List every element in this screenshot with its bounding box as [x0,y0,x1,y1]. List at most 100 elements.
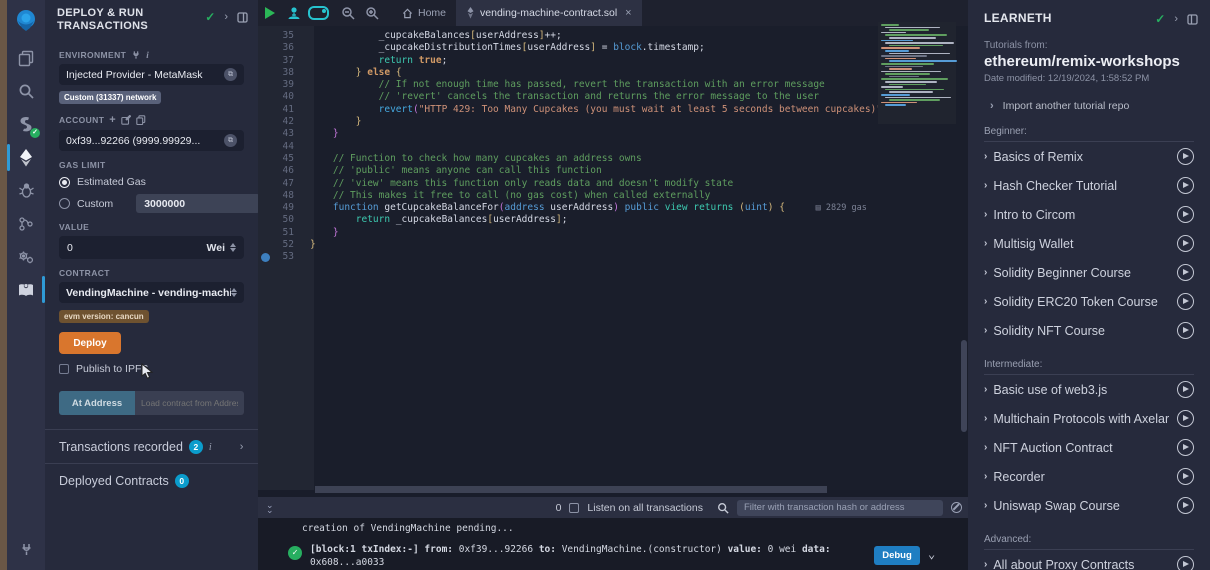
expand-chevron-icon[interactable]: › [240,441,244,453]
terminal-filter-input[interactable] [737,500,943,516]
environment-select[interactable]: Injected Provider - MetaMask ⧉ [59,64,244,85]
publish-checkbox[interactable] [59,364,69,374]
file-explorer-icon[interactable] [7,42,45,75]
copy-icon[interactable] [136,115,146,125]
panel-scrollbar-thumb[interactable] [961,340,967,432]
zoom-out-icon[interactable] [336,0,360,26]
line-number: 41 [258,104,310,116]
gas-limit-label: GAS LIMIT [59,160,244,170]
solidity-compiler-icon[interactable]: ✓ [7,108,45,141]
line-number: 42 [258,116,310,128]
repo-name: ethereum/remix-workshops [984,53,1194,70]
value-input-bar[interactable]: 0 Wei [59,236,244,259]
tutorial-item[interactable]: ›Uniswap Swap Course [984,491,1194,520]
play-tutorial-icon[interactable] [1177,410,1194,427]
unit-stepper-icon[interactable] [230,243,236,252]
learneth-book-icon[interactable] [7,273,45,306]
remix-logo[interactable] [7,0,45,42]
play-tutorial-icon[interactable] [1177,322,1194,339]
play-tutorial-icon[interactable] [1177,381,1194,398]
terminal-expand-icon[interactable]: ⌄⌄ [266,503,274,513]
clear-console-icon[interactable] [951,502,962,513]
search-icon[interactable] [7,75,45,108]
tutorials-from-label: Tutorials from: [984,40,1194,51]
add-account-icon[interactable]: + [109,114,116,126]
tab-home[interactable]: Home [392,0,456,26]
tutorial-item[interactable]: ›Hash Checker Tutorial [984,171,1194,200]
zoom-in-icon[interactable] [360,0,384,26]
tutorial-item[interactable]: ›Intro to Circom [984,200,1194,229]
publish-ipfs-option[interactable]: Publish to IPFS [59,363,244,375]
theme-toggle-icon[interactable] [306,0,330,26]
settings-icon[interactable] [7,240,45,273]
info-icon[interactable]: i [146,50,149,60]
line-number: 52 [258,239,310,251]
tutorial-item[interactable]: ›Solidity ERC20 Token Course [984,287,1194,316]
edit-icon[interactable] [121,115,131,125]
tutorial-item[interactable]: ›Recorder [984,462,1194,491]
debug-button[interactable]: Debug [874,546,920,565]
tutorial-item[interactable]: ›Solidity Beginner Course [984,258,1194,287]
deploy-run-icon[interactable] [7,141,45,174]
play-tutorial-icon[interactable] [1177,148,1194,165]
panel-expand-icon[interactable]: › [1174,13,1178,25]
listen-checkbox[interactable] [569,503,579,513]
deploy-button[interactable]: Deploy [59,332,121,354]
plug-icon[interactable] [7,533,45,566]
tutorial-item[interactable]: ›Multichain Protocols with Axelar [984,404,1194,433]
value-unit-select[interactable]: Wei [207,242,236,254]
deployed-contracts-row[interactable]: Deployed Contracts 0 [45,463,258,497]
recorder-person-icon[interactable] [282,0,306,26]
gas-custom-option[interactable]: Custom [59,194,244,213]
close-tab-icon[interactable]: × [625,7,631,19]
tab-vending-machine-contract[interactable]: vending-machine-contract.sol × [456,0,642,26]
play-tutorial-icon[interactable] [1177,497,1194,514]
terminal-toolbar: ⌄⌄ 0 Listen on all transactions [258,497,968,518]
debugger-icon[interactable] [7,174,45,207]
play-tutorial-icon[interactable] [1177,556,1194,570]
transactions-recorded-row[interactable]: Transactions recorded 2 i › [45,429,258,463]
tutorial-item[interactable]: ›Multisig Wallet [984,229,1194,258]
tutorial-item[interactable]: ›All about Proxy Contracts [984,550,1194,570]
info-icon[interactable]: i [209,442,212,453]
play-tutorial-icon[interactable] [1177,206,1194,223]
gas-custom-input[interactable] [136,194,260,213]
play-tutorial-icon[interactable] [1177,468,1194,485]
tutorial-item[interactable]: ›NFT Auction Contract [984,433,1194,462]
tutorial-label: Uniswap Swap Course [993,499,1177,513]
at-address-button[interactable]: At Address [59,391,135,415]
minimap[interactable] [878,22,956,124]
play-tutorial-icon[interactable] [1177,235,1194,252]
account-select[interactable]: 0xf39...92266 (9999.99929... ⧉ [59,130,244,151]
value-input[interactable]: 0 [67,242,73,254]
play-tutorial-icon[interactable] [1177,177,1194,194]
contract-select[interactable]: VendingMachine - vending-machin [59,282,244,303]
copy-circle-icon[interactable]: ⧉ [224,68,237,81]
gas-estimated-option[interactable]: Estimated Gas [59,176,244,188]
tutorial-item[interactable]: ›Basic use of web3.js [984,375,1194,404]
play-tutorial-icon[interactable] [1177,264,1194,281]
code-line: 47 // 'view' means this function only re… [258,178,968,190]
tx-expand-chevron-icon[interactable]: ⌄ [928,547,935,561]
panel-layout-icon[interactable] [1187,14,1198,25]
copy-circle-icon[interactable]: ⧉ [224,134,237,147]
tutorial-item[interactable]: ›Solidity NFT Course [984,316,1194,345]
panel-layout-icon[interactable] [237,12,248,23]
tutorial-item[interactable]: ›Basics of Remix [984,142,1194,171]
terminal-log[interactable]: creation of VendingMachine pending... ✓ … [258,518,968,570]
contract-stepper-icon[interactable] [231,288,237,297]
line-content: // 'revert' cancels the transaction and … [310,91,819,103]
code-editor[interactable]: 35 _cupcakeBalances[userAddress]++;36 _c… [258,26,968,490]
git-icon[interactable] [7,207,45,240]
play-tutorial-icon[interactable] [1177,293,1194,310]
import-tutorial-row[interactable]: › Import another tutorial repo [968,84,1210,112]
active-plugin-indicator [7,144,10,171]
transaction-log-row[interactable]: ✓ [block:1 txIndex:-] from: 0xf39...9226… [258,543,968,570]
run-script-icon[interactable] [258,0,282,26]
panel-expand-icon[interactable]: › [224,11,228,23]
play-tutorial-icon[interactable] [1177,439,1194,456]
radio-selected[interactable] [59,177,70,188]
at-address-input[interactable] [135,391,244,415]
horizontal-scrollbar[interactable] [315,486,827,493]
radio-unselected[interactable] [59,198,70,209]
